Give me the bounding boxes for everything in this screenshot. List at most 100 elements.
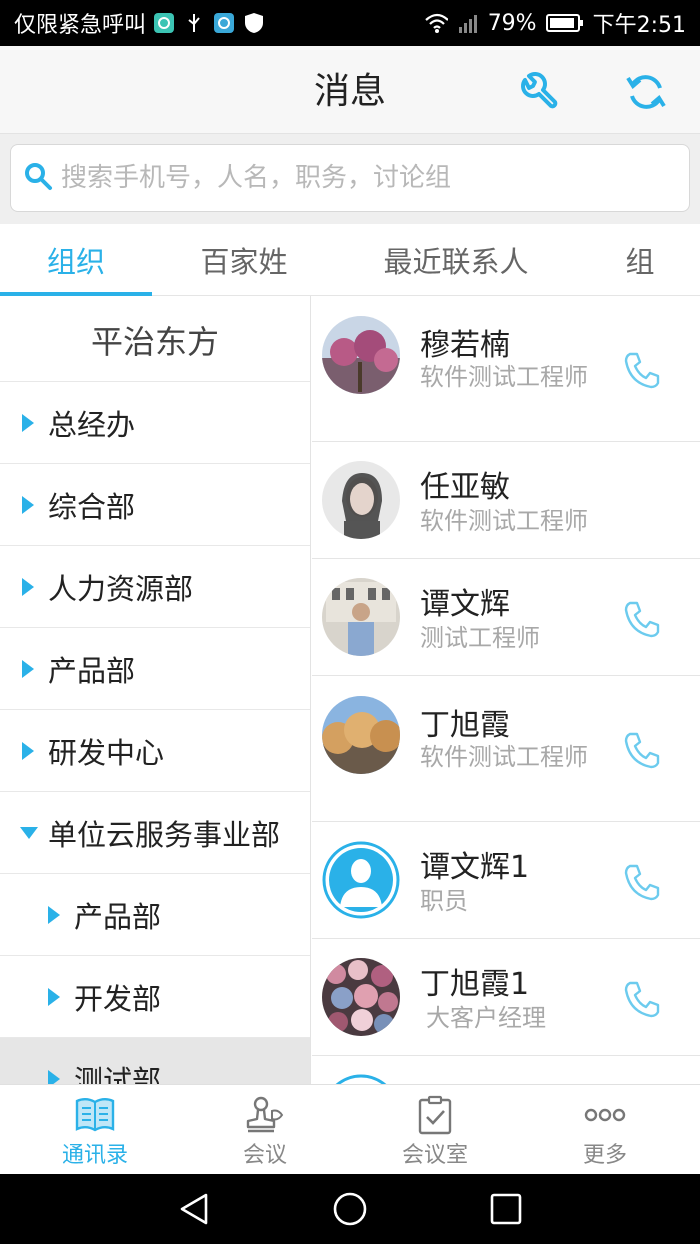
contact-row[interactable]: 谭文辉 测试工程师 bbox=[312, 559, 700, 676]
dept-item-expanded[interactable]: 单位云服务事业部 bbox=[0, 792, 310, 874]
contact-title: 职员 bbox=[420, 887, 468, 915]
dept-label: 开发部 bbox=[74, 981, 162, 1016]
collapse-arrow-icon bbox=[20, 826, 38, 839]
default-avatar-icon bbox=[322, 841, 400, 919]
dept-item[interactable]: 总经办 bbox=[0, 382, 310, 464]
status-text: 仅限紧急呼叫 bbox=[14, 13, 147, 38]
contact-row[interactable]: 穆若楠 软件测试工程师 bbox=[312, 296, 700, 442]
tab-bar: 组织 百家姓 最近联系人 组 bbox=[0, 224, 700, 296]
avatar bbox=[322, 696, 400, 774]
phone-icon[interactable] bbox=[620, 860, 664, 904]
app-notification-icon bbox=[152, 11, 176, 35]
shield-icon bbox=[242, 11, 266, 35]
search-icon bbox=[23, 161, 53, 195]
search-input[interactable] bbox=[61, 163, 661, 193]
dept-item[interactable]: 产品部 bbox=[0, 628, 310, 710]
contact-name: 任亚敏 bbox=[420, 470, 510, 505]
status-bar: 仅限紧急呼叫 79% 下午2:51 bbox=[0, 0, 700, 46]
dept-label: 综合部 bbox=[48, 489, 136, 524]
contact-title: 测试工程师 bbox=[420, 624, 540, 652]
contact-row[interactable]: 丁旭霞 软件测试工程师 bbox=[312, 676, 700, 822]
refresh-icon[interactable] bbox=[624, 70, 668, 114]
tab-surnames[interactable]: 百家姓 bbox=[168, 224, 320, 296]
nav-label: 通讯录 bbox=[61, 1143, 128, 1168]
contact-name: 谭文辉 bbox=[420, 587, 510, 622]
dept-label: 产品部 bbox=[74, 899, 162, 934]
system-nav-bar bbox=[0, 1174, 700, 1244]
app-header: 消息 bbox=[0, 46, 700, 134]
subdept-item[interactable]: 产品部 bbox=[0, 874, 310, 956]
contact-row[interactable]: 谭文辉1 职员 bbox=[312, 822, 700, 939]
battery-icon bbox=[545, 11, 585, 35]
expand-arrow-icon bbox=[22, 495, 34, 514]
page-title: 消息 bbox=[313, 71, 386, 112]
tab-recent-contacts[interactable]: 最近联系人 bbox=[360, 224, 552, 296]
default-avatar-icon bbox=[322, 1074, 400, 1084]
contact-title: 软件测试工程师 bbox=[420, 363, 588, 391]
status-time: 下午2:51 bbox=[592, 13, 686, 38]
expand-arrow-icon bbox=[22, 741, 34, 760]
avatar bbox=[322, 958, 400, 1036]
tab-organization[interactable]: 组织 bbox=[0, 224, 152, 296]
org-tree: 平治东方 总经办 综合部 人力资源部 产品部 研发中心 单位云服务事业部 产品部… bbox=[0, 296, 311, 1084]
contact-name: 丁旭霞1 bbox=[420, 967, 530, 1002]
search-box[interactable] bbox=[10, 144, 690, 212]
contact-list: 穆若楠 软件测试工程师 任亚敏 软件测试工程师 谭文辉 测试工程师 丁旭霞 软件… bbox=[312, 296, 700, 1084]
contact-row-partial[interactable] bbox=[312, 1056, 700, 1084]
wifi-icon bbox=[424, 11, 448, 35]
contact-row[interactable]: 丁旭霞1 大客户经理 bbox=[312, 939, 700, 1056]
contact-name: 谭文辉1 bbox=[420, 850, 530, 885]
avatar bbox=[322, 461, 400, 539]
dept-label: 测试部 bbox=[74, 1063, 162, 1085]
dept-label: 单位云服务事业部 bbox=[48, 817, 281, 852]
avatar bbox=[322, 578, 400, 656]
nav-label: 会议 bbox=[242, 1143, 287, 1168]
meeting-room-clipboard-icon bbox=[414, 1095, 456, 1135]
avatar bbox=[322, 316, 400, 394]
phone-icon[interactable] bbox=[620, 597, 664, 641]
dept-item[interactable]: 人力资源部 bbox=[0, 546, 310, 628]
app-notification-icon-2 bbox=[212, 11, 236, 35]
phone-icon[interactable] bbox=[620, 977, 664, 1021]
contact-row[interactable]: 任亚敏 软件测试工程师 bbox=[312, 442, 700, 559]
contact-title: 大客户经理 bbox=[426, 1004, 546, 1032]
dept-label: 研发中心 bbox=[48, 735, 165, 770]
tab-groups[interactable]: 组 bbox=[600, 224, 680, 296]
usb-icon bbox=[182, 11, 206, 35]
nav-label: 更多 bbox=[582, 1143, 627, 1168]
expand-arrow-icon bbox=[48, 987, 60, 1006]
dept-item[interactable]: 综合部 bbox=[0, 464, 310, 546]
nav-label: 会议室 bbox=[401, 1143, 468, 1168]
nav-more[interactable]: 更多 bbox=[520, 1085, 690, 1174]
subdept-item[interactable]: 开发部 bbox=[0, 956, 310, 1038]
nav-meetings[interactable]: 会议 bbox=[180, 1085, 350, 1174]
expand-arrow-icon bbox=[22, 413, 34, 432]
meeting-stamp-icon bbox=[244, 1095, 286, 1135]
contact-title: 软件测试工程师 bbox=[420, 507, 588, 535]
phone-icon[interactable] bbox=[620, 728, 664, 772]
dept-label: 总经办 bbox=[48, 407, 136, 442]
expand-arrow-icon bbox=[48, 1069, 60, 1084]
org-name[interactable]: 平治东方 bbox=[0, 296, 310, 382]
nav-contacts[interactable]: 通讯录 bbox=[10, 1085, 180, 1174]
more-dots-icon bbox=[584, 1095, 626, 1135]
subdept-item-selected[interactable]: 测试部 bbox=[0, 1038, 310, 1084]
phone-icon[interactable] bbox=[620, 348, 664, 392]
battery-percent: 79% bbox=[487, 10, 537, 36]
wrench-icon[interactable] bbox=[517, 70, 561, 114]
dept-item[interactable]: 研发中心 bbox=[0, 710, 310, 792]
contact-title: 软件测试工程师 bbox=[420, 743, 588, 771]
signal-icon bbox=[456, 11, 480, 35]
bottom-navigation: 通讯录 会议 会议室 更多 bbox=[0, 1084, 700, 1174]
dept-label: 产品部 bbox=[48, 653, 136, 688]
home-icon[interactable] bbox=[332, 1191, 368, 1231]
recent-apps-icon[interactable] bbox=[488, 1191, 524, 1231]
expand-arrow-icon bbox=[22, 659, 34, 678]
nav-meeting-room[interactable]: 会议室 bbox=[350, 1085, 520, 1174]
contacts-book-icon bbox=[74, 1095, 116, 1135]
back-icon[interactable] bbox=[176, 1191, 212, 1231]
contact-name: 丁旭霞 bbox=[420, 708, 510, 743]
search-area bbox=[0, 134, 700, 224]
expand-arrow-icon bbox=[22, 577, 34, 596]
contact-name: 穆若楠 bbox=[420, 328, 510, 363]
